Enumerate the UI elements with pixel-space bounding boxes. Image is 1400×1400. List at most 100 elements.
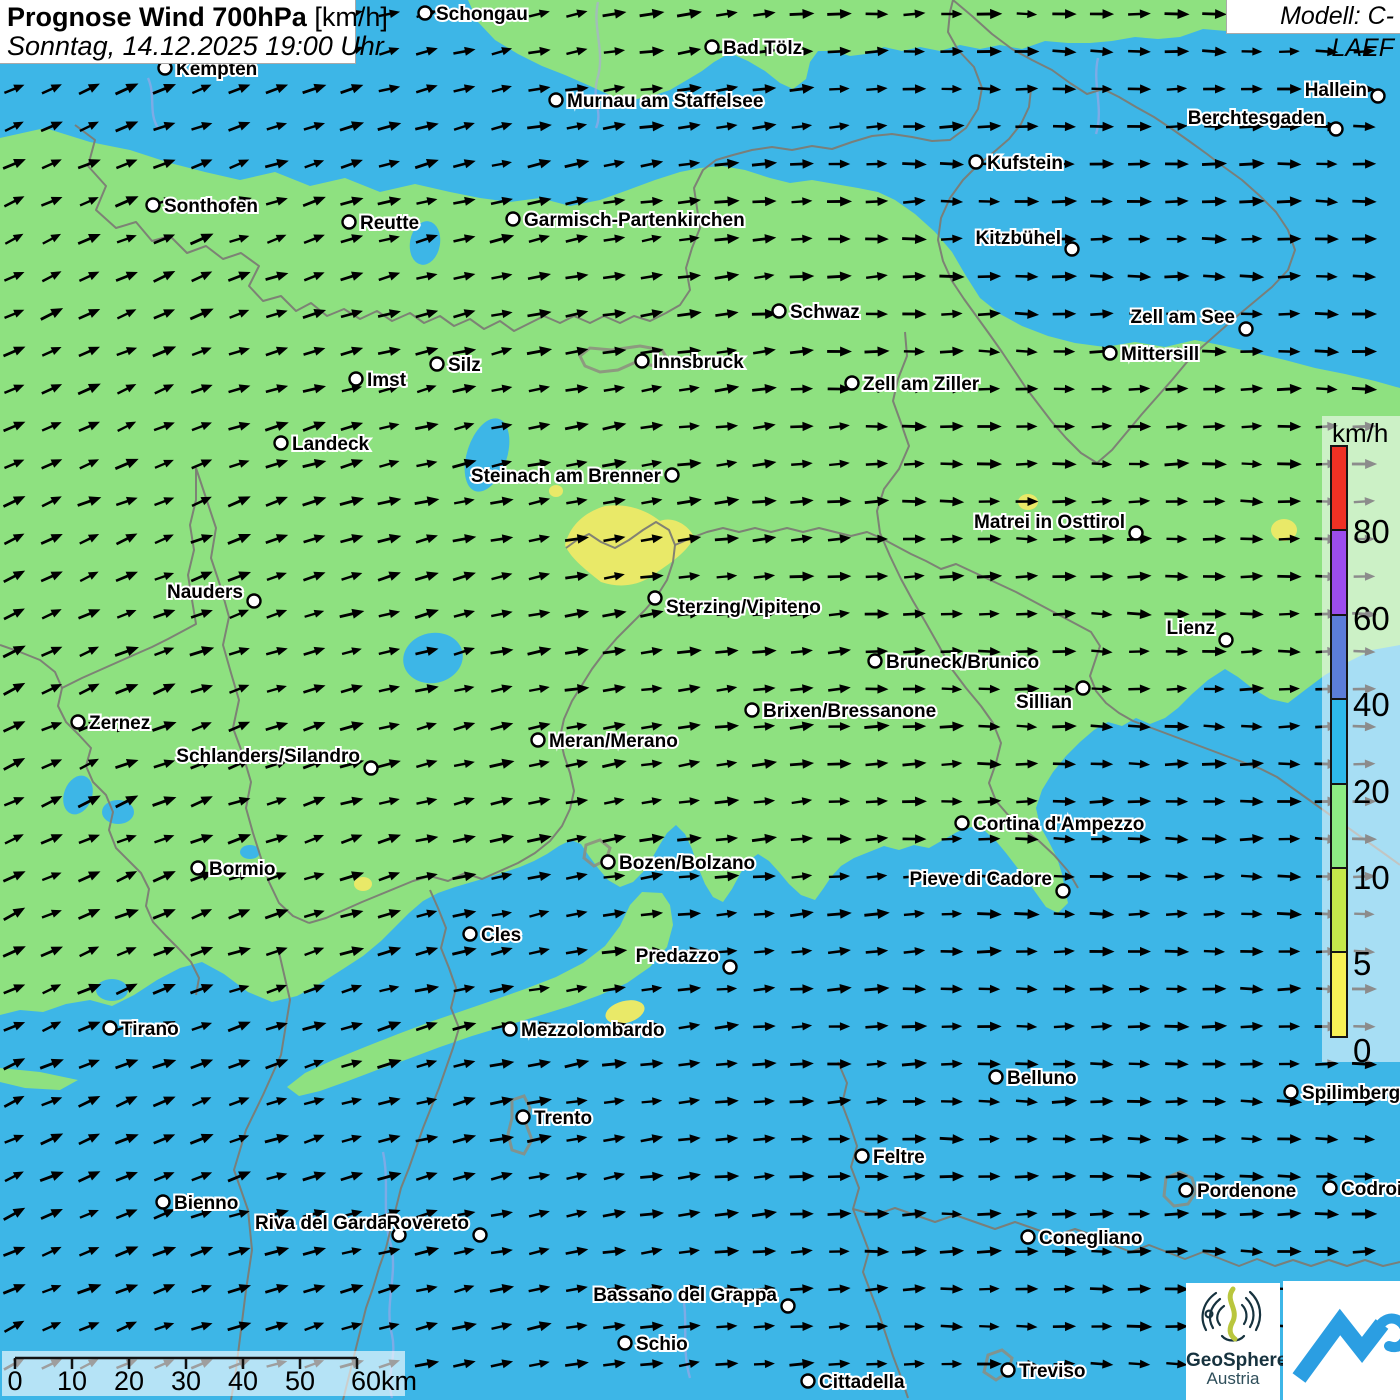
city-label: Meran/Merano xyxy=(549,731,678,752)
city-marker xyxy=(275,437,288,450)
city-label: Bad Tölz xyxy=(723,38,802,59)
city-label: Sterzing/Vipiteno xyxy=(666,597,821,618)
city-label: Cittadella xyxy=(819,1372,905,1393)
city-label: Cortina d'Ampezzo xyxy=(973,814,1144,835)
wind-speed-legend: km/h 806040201050 xyxy=(1322,416,1400,1062)
city-marker xyxy=(104,1022,117,1035)
city-marker xyxy=(350,373,363,386)
city-marker xyxy=(1180,1184,1193,1197)
city-label: Trento xyxy=(534,1108,592,1129)
city-marker xyxy=(504,1023,517,1036)
city-label: Murnau am Staffelsee xyxy=(567,91,763,112)
city-label: Silz xyxy=(448,355,481,376)
city-marker xyxy=(956,817,969,830)
city-marker xyxy=(649,592,662,605)
city-marker xyxy=(192,862,205,875)
city-marker xyxy=(636,355,649,368)
city-label: Sonthofen xyxy=(164,196,258,217)
legend-tick-label: 20 xyxy=(1353,775,1399,809)
city-label: Predazzo xyxy=(636,946,719,967)
legend-color-segment xyxy=(1330,614,1348,700)
city-marker xyxy=(1022,1231,1035,1244)
city-label: Feltre xyxy=(873,1147,925,1168)
city-marker xyxy=(507,213,520,226)
forecast-datetime: Sonntag, 14.12.2025 19:00 Uhr xyxy=(7,32,355,61)
city-marker xyxy=(1066,243,1079,256)
legend-color-segment xyxy=(1330,867,1348,953)
legend-color-segment xyxy=(1330,698,1348,784)
city-marker xyxy=(746,704,759,717)
scale-tick-label: 0 xyxy=(0,1366,37,1397)
city-marker xyxy=(1002,1364,1015,1377)
city-label: Riva del Garda xyxy=(255,1213,388,1234)
legend-color-segment xyxy=(1330,529,1348,615)
city-label: Hallein xyxy=(1305,80,1367,101)
city-label: Imst xyxy=(367,370,407,391)
city-marker xyxy=(419,7,432,20)
city-label: Pordenone xyxy=(1197,1181,1296,1202)
legend-tick-label: 10 xyxy=(1353,861,1399,895)
city-marker xyxy=(157,1196,170,1209)
geosphere-logo: GeoSphere Austria xyxy=(1186,1283,1280,1400)
legend-color-segment xyxy=(1330,783,1348,869)
city-label: Bormio xyxy=(209,859,276,880)
city-label: Bassano del Grappa xyxy=(593,1285,777,1306)
city-marker xyxy=(365,762,378,775)
city-marker xyxy=(474,1229,487,1242)
scale-tick-label: 40 xyxy=(221,1366,265,1397)
map-canvas: SchongauBad TölzKemptenMurnau am Staffel… xyxy=(0,0,1400,1400)
city-marker xyxy=(602,856,615,869)
city-label: Steinach am Brenner xyxy=(471,466,662,487)
city-marker xyxy=(1077,682,1090,695)
city-label: Mezzolombardo xyxy=(521,1020,665,1041)
city-marker xyxy=(72,716,85,729)
city-marker xyxy=(846,377,859,390)
scale-tick-label: 30 xyxy=(164,1366,208,1397)
city-marker xyxy=(1130,527,1143,540)
city-label: Zell am See xyxy=(1130,307,1235,328)
legend-tick-label: 80 xyxy=(1353,515,1399,549)
city-marker xyxy=(464,928,477,941)
city-marker xyxy=(869,655,882,668)
city-marker xyxy=(724,961,737,974)
city-marker xyxy=(990,1071,1003,1084)
city-label: Cles xyxy=(481,925,521,946)
legend-tick-label: 5 xyxy=(1353,947,1399,981)
city-label: Kitzbühel xyxy=(976,228,1062,249)
legend-tick-label: 40 xyxy=(1353,688,1399,722)
scale-tick-label: 50 xyxy=(278,1366,322,1397)
city-marker xyxy=(343,216,356,229)
city-label: Tirano xyxy=(121,1019,179,1040)
city-marker xyxy=(1330,123,1343,136)
city-marker xyxy=(856,1150,869,1163)
city-marker xyxy=(1240,323,1253,336)
city-label: Pieve di Cadore xyxy=(909,869,1052,890)
city-label: Zernez xyxy=(89,713,150,734)
title-box: Prognose Wind 700hPa [km/h] Sonntag, 14.… xyxy=(0,0,356,64)
city-marker xyxy=(802,1375,815,1388)
city-marker xyxy=(1220,634,1233,647)
city-marker xyxy=(1104,347,1117,360)
wind-area-5-10 xyxy=(354,877,372,891)
city-label: Reutte xyxy=(360,213,419,234)
city-marker xyxy=(706,41,719,54)
city-marker xyxy=(248,595,261,608)
city-marker xyxy=(773,305,786,318)
page-title: Prognose Wind 700hPa [km/h] xyxy=(7,2,355,32)
city-marker xyxy=(147,199,160,212)
city-label: Brixen/Bressanone xyxy=(763,701,936,722)
city-label: Codroipo xyxy=(1341,1179,1400,1200)
city-marker xyxy=(431,358,444,371)
city-marker xyxy=(1285,1086,1298,1099)
city-label: Belluno xyxy=(1007,1068,1077,1089)
city-label: Zell am Ziller xyxy=(863,374,980,395)
city-label: Mittersill xyxy=(1121,344,1199,365)
city-label: Bienno xyxy=(174,1193,238,1214)
city-label: Bozen/Bolzano xyxy=(619,853,755,874)
city-label: Innsbruck xyxy=(653,352,744,373)
city-label: Garmisch-Partenkirchen xyxy=(524,210,745,231)
city-label: Nauders xyxy=(167,582,243,603)
city-marker xyxy=(1057,885,1070,898)
city-label: Sillian xyxy=(1016,692,1072,713)
title-unit: [km/h] xyxy=(307,2,388,32)
